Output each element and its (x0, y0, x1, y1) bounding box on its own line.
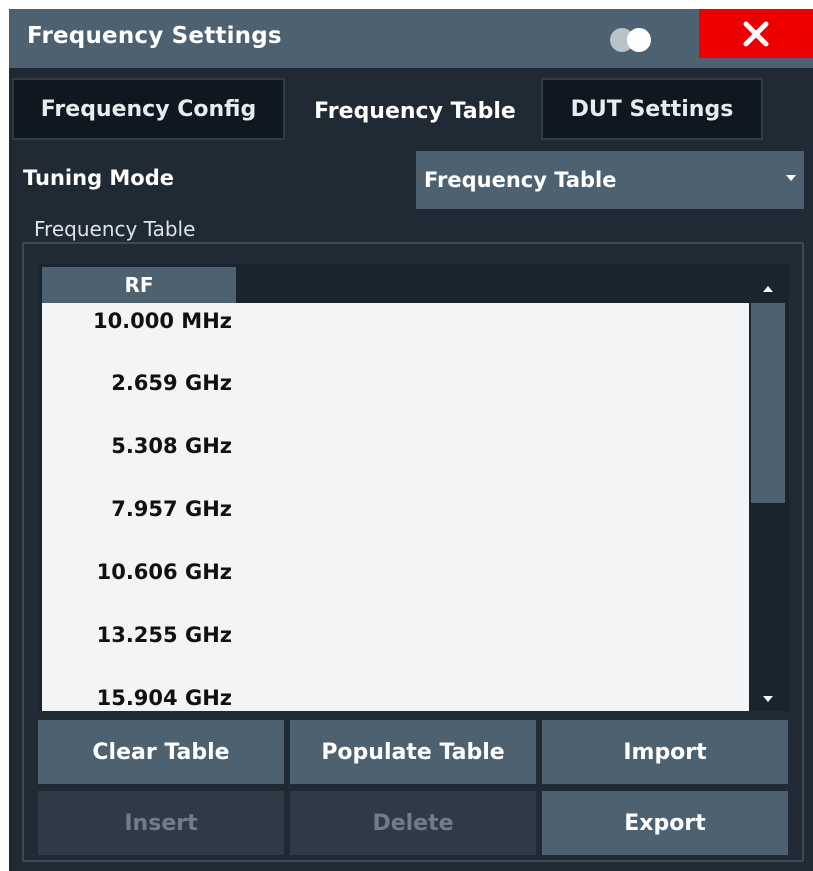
scroll-down-icon[interactable] (763, 696, 773, 702)
tuning-mode-select[interactable]: Frequency Table (416, 151, 804, 209)
export-button[interactable]: Export (542, 791, 788, 855)
populate-table-button[interactable]: Populate Table (290, 720, 536, 784)
scroll-up-icon[interactable] (763, 286, 773, 292)
table-row[interactable]: 5.308 GHz (42, 429, 749, 492)
tuning-mode-label: Tuning Mode (23, 166, 175, 190)
close-icon (743, 21, 769, 46)
tab-frequency-table[interactable]: Frequency Table (291, 78, 539, 144)
table-row[interactable]: 15.904 GHz (42, 681, 749, 711)
delete-button: Delete (290, 791, 536, 855)
table-row[interactable]: 10.000 MHz (42, 303, 749, 366)
table-cell-rf: 10.000 MHz (92, 309, 232, 333)
caret-down-icon (786, 175, 796, 181)
table-cell-rf: 10.606 GHz (96, 560, 232, 584)
frequency-table-section-label: Frequency Table (34, 217, 196, 241)
tab-bar: Frequency Config Frequency Table DUT Set… (9, 78, 813, 144)
scrollbar-thumb[interactable] (751, 303, 785, 503)
tab-frequency-config[interactable]: Frequency Config (12, 78, 285, 140)
frequency-settings-dialog: Frequency Settings Frequency Config Freq… (9, 9, 813, 871)
table-row[interactable]: 2.659 GHz (42, 366, 749, 429)
table-cell-rf: 7.957 GHz (111, 497, 232, 521)
tuning-mode-value: Frequency Table (424, 168, 617, 192)
vertical-scrollbar[interactable] (751, 303, 785, 687)
import-button[interactable]: Import (542, 720, 788, 784)
title-bar: Frequency Settings (9, 9, 813, 68)
column-header-rf[interactable]: RF (42, 267, 236, 303)
tab-dut-settings[interactable]: DUT Settings (541, 78, 763, 140)
tuning-mode-row: Tuning Mode Frequency Table (9, 151, 813, 211)
dialog-title: Frequency Settings (27, 23, 282, 49)
table-cell-rf: 15.904 GHz (96, 686, 232, 710)
table-cell-rf: 2.659 GHz (111, 371, 232, 395)
table-row[interactable]: 13.255 GHz (42, 618, 749, 681)
table-row[interactable]: 10.606 GHz (42, 555, 749, 618)
table-body: 10.000 MHz 2.659 GHz 5.308 GHz 7.957 GHz… (42, 303, 749, 711)
clear-table-button[interactable]: Clear Table (38, 720, 284, 784)
table-cell-rf: 13.255 GHz (96, 623, 232, 647)
table-row[interactable]: 7.957 GHz (42, 492, 749, 555)
frequency-table: RF 10.000 MHz 2.659 GHz 5.308 GHz 7.957 … (39, 264, 789, 711)
insert-button: Insert (38, 791, 284, 855)
display-toggle-icon[interactable] (605, 27, 659, 53)
table-cell-rf: 5.308 GHz (111, 434, 232, 458)
close-button[interactable] (699, 9, 813, 58)
